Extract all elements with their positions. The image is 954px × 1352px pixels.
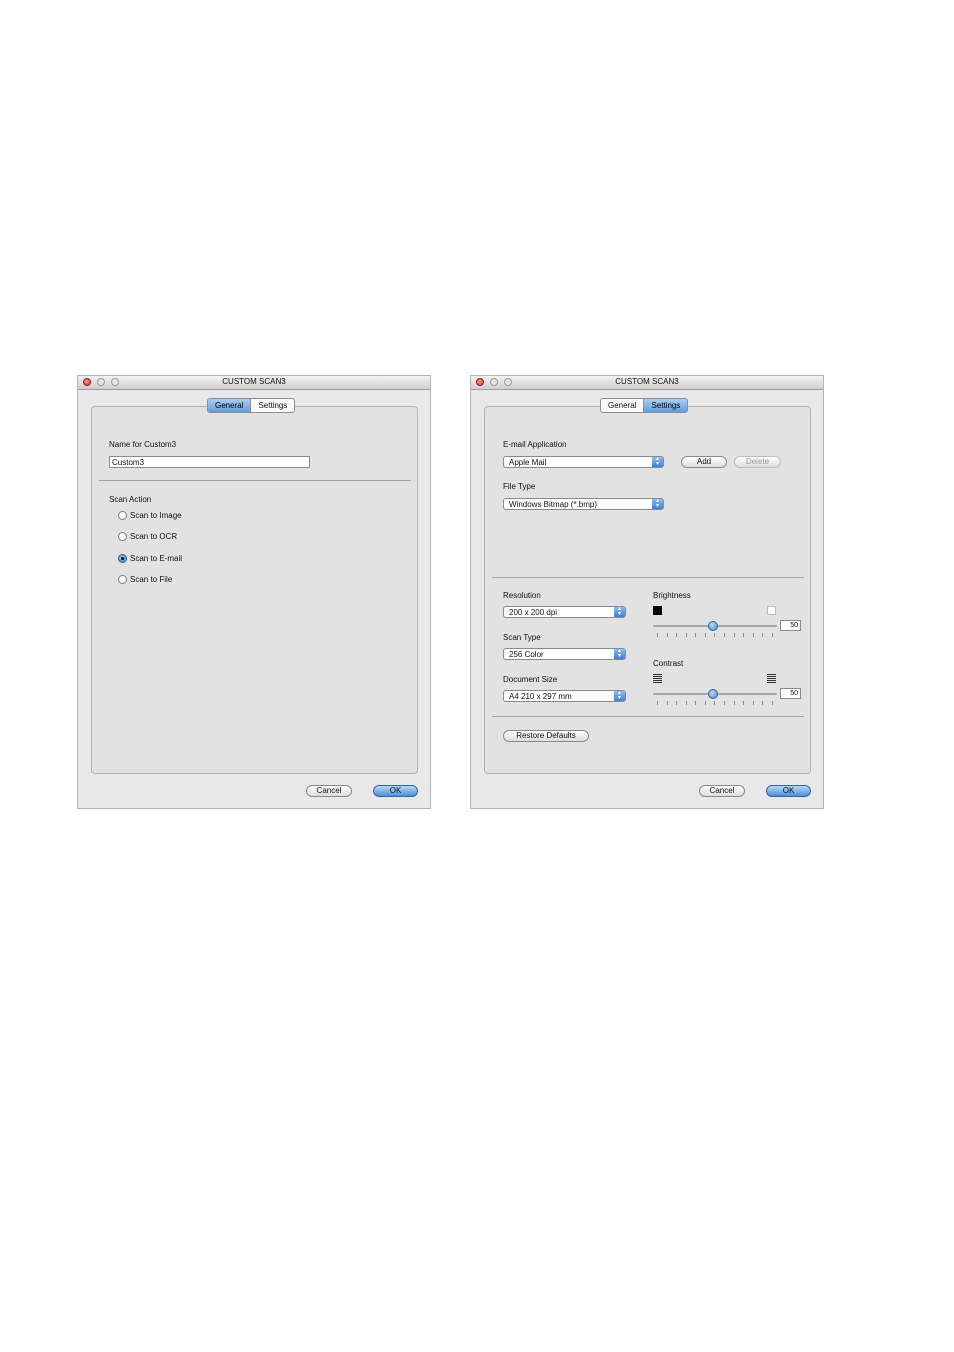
- radio-label: Scan to E-mail: [130, 554, 183, 563]
- slider-thumb[interactable]: [708, 689, 718, 699]
- select-arrows-icon: ▴ ▾: [614, 649, 625, 659]
- radio-scan-to-ocr[interactable]: Scan to OCR: [118, 532, 177, 541]
- radio-label: Scan to OCR: [130, 532, 178, 541]
- restore-defaults-button[interactable]: Restore Defaults: [503, 730, 589, 742]
- tab-general[interactable]: General: [208, 399, 251, 412]
- custom-scan-window-settings: CUSTOM SCAN3 General Settings E-mail App…: [470, 375, 824, 809]
- tab-bar: General Settings: [600, 398, 689, 413]
- contrast-slider[interactable]: [653, 688, 777, 708]
- file-type-select[interactable]: Windows Bitmap (*.bmp) ▴ ▾: [503, 498, 664, 510]
- delete-button[interactable]: Delete: [734, 456, 781, 468]
- select-arrows-icon: ▴ ▾: [614, 691, 625, 701]
- divider: [99, 480, 411, 481]
- tab-bar: General Settings: [207, 398, 296, 413]
- high-contrast-icon: [767, 674, 776, 683]
- select-arrows-icon: ▴ ▾: [614, 607, 625, 617]
- scan-type-select[interactable]: 256 Color ▴ ▾: [503, 648, 626, 660]
- tab-settings[interactable]: Settings: [643, 399, 688, 412]
- name-input[interactable]: Custom3: [109, 456, 310, 468]
- email-application-select[interactable]: Apple Mail ▴ ▾: [503, 456, 664, 468]
- select-arrows-icon: ▴ ▾: [652, 499, 663, 509]
- tab-general[interactable]: General: [601, 399, 643, 412]
- tab-settings[interactable]: Settings: [250, 399, 294, 412]
- slider-ticks: [657, 701, 773, 705]
- cancel-button[interactable]: Cancel: [306, 785, 352, 797]
- radio-scan-to-email[interactable]: Scan to E-mail: [118, 554, 182, 563]
- custom-scan-window-general: CUSTOM SCAN3 General Settings Name for C…: [77, 375, 431, 809]
- file-type-label: File Type: [503, 482, 536, 491]
- contrast-label: Contrast: [653, 659, 684, 668]
- select-value: Windows Bitmap (*.bmp): [509, 500, 598, 509]
- title-bar[interactable]: CUSTOM SCAN3: [471, 376, 823, 390]
- radio-label: Scan to File: [130, 575, 173, 584]
- divider: [492, 716, 804, 717]
- divider: [492, 577, 804, 578]
- radio-selected-icon: [118, 554, 127, 563]
- radio-icon: [118, 511, 127, 520]
- title-bar[interactable]: CUSTOM SCAN3: [78, 376, 430, 390]
- dark-brightness-icon: [653, 606, 662, 615]
- scan-type-label: Scan Type: [503, 633, 541, 642]
- document-size-select[interactable]: A4 210 x 297 mm ▴ ▾: [503, 690, 626, 702]
- scan-action-label: Scan Action: [109, 495, 152, 504]
- low-contrast-icon: [653, 674, 662, 683]
- email-application-label: E-mail Application: [503, 440, 567, 449]
- select-value: 200 x 200 dpi: [509, 608, 558, 617]
- document-size-label: Document Size: [503, 675, 558, 684]
- name-label: Name for Custom3: [109, 440, 177, 449]
- brightness-slider[interactable]: [653, 620, 777, 640]
- radio-scan-to-image[interactable]: Scan to Image: [118, 511, 182, 520]
- brightness-label: Brightness: [653, 591, 691, 600]
- select-value: 256 Color: [509, 650, 544, 659]
- resolution-select[interactable]: 200 x 200 dpi ▴ ▾: [503, 606, 626, 618]
- window-title: CUSTOM SCAN3: [615, 377, 679, 386]
- select-value: Apple Mail: [509, 458, 547, 467]
- ok-button[interactable]: OK: [766, 785, 811, 797]
- select-value: A4 210 x 297 mm: [509, 692, 572, 701]
- radio-label: Scan to Image: [130, 511, 182, 520]
- select-arrows-icon: ▴ ▾: [652, 457, 663, 467]
- slider-ticks: [657, 633, 773, 637]
- cancel-button[interactable]: Cancel: [699, 785, 745, 797]
- brightness-value-field[interactable]: 50: [780, 620, 801, 631]
- radio-icon: [118, 575, 127, 584]
- add-button[interactable]: Add: [681, 456, 727, 468]
- radio-scan-to-file[interactable]: Scan to File: [118, 575, 172, 584]
- slider-thumb[interactable]: [708, 621, 718, 631]
- radio-icon: [118, 532, 127, 541]
- resolution-label: Resolution: [503, 591, 541, 600]
- ok-button[interactable]: OK: [373, 785, 418, 797]
- light-brightness-icon: [767, 606, 776, 615]
- contrast-value-field[interactable]: 50: [780, 688, 801, 699]
- window-title: CUSTOM SCAN3: [222, 377, 286, 386]
